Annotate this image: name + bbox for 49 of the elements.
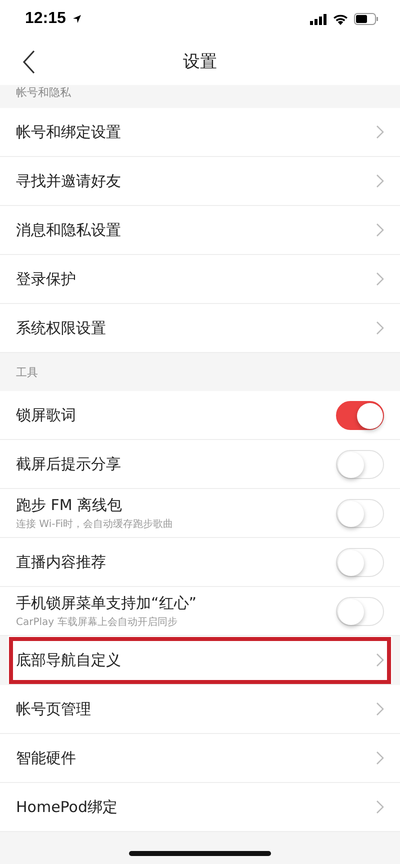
toggle-switch[interactable] xyxy=(336,400,384,430)
chevron-icon xyxy=(376,653,384,667)
settings-row[interactable]: 消息和隐私设置 xyxy=(0,206,400,255)
toggle-row[interactable]: 直播内容推荐 xyxy=(0,538,400,587)
row-label: 帐号和绑定设置 xyxy=(16,122,122,142)
settings-row[interactable]: 帐号和绑定设置 xyxy=(0,108,400,157)
settings-row[interactable]: 帐号页管理 xyxy=(0,685,400,734)
row-label: HomePod绑定 xyxy=(16,798,119,816)
page-title: 设置 xyxy=(183,51,217,73)
settings-row[interactable]: HomePod绑定 xyxy=(0,783,400,832)
settings-row[interactable]: 智能硬件 xyxy=(0,734,400,783)
row-label: 截屏后提示分享 xyxy=(16,454,122,474)
row-label: 帐号页管理 xyxy=(16,700,92,718)
row-label: 登录保护 xyxy=(16,270,77,288)
location-arrow-icon xyxy=(72,14,82,24)
settings-row[interactable]: 登录保护 xyxy=(0,255,400,304)
battery-icon xyxy=(354,13,378,25)
wifi-icon xyxy=(333,14,348,24)
row-label: 手机锁屏菜单支持加“红心” xyxy=(16,594,198,612)
chevron-icon xyxy=(376,321,384,335)
chevron-icon xyxy=(376,272,384,286)
row-label: 直播内容推荐 xyxy=(16,552,107,572)
row-subtitle: 连接 Wi-Fi时，会自动缓存跑步歌曲 xyxy=(16,518,174,530)
toggle-row[interactable]: 跑步 FM 离线包 连接 Wi-Fi时，会自动缓存跑步歌曲 xyxy=(0,489,400,538)
section-header: 工具 xyxy=(16,364,38,380)
back-icon[interactable] xyxy=(22,50,36,74)
chevron-icon xyxy=(376,125,384,139)
row-label: 系统权限设置 xyxy=(16,318,107,338)
row-label: 消息和隐私设置 xyxy=(16,220,122,240)
row-label: 智能硬件 xyxy=(16,748,77,768)
row-label: 锁屏歌词 xyxy=(16,406,77,424)
chevron-icon xyxy=(376,800,384,814)
row-label: 跑步 FM 离线包 xyxy=(16,496,124,514)
row-label: 寻找并邀请好友 xyxy=(16,172,122,190)
toggle-row[interactable]: 手机锁屏菜单支持加“红心” CarPlay 车载屏幕上会自动开启同步 xyxy=(0,587,400,636)
chevron-icon xyxy=(376,702,384,716)
chevron-icon xyxy=(376,751,384,765)
toggle-row[interactable]: 锁屏歌词 xyxy=(0,391,400,440)
row-label: 底部导航自定义 xyxy=(16,650,122,670)
row-subtitle: CarPlay 车载屏幕上会自动开启同步 xyxy=(16,616,178,628)
status-time: 12:15 xyxy=(25,10,66,28)
chevron-icon xyxy=(376,174,384,188)
settings-row[interactable]: 底部导航自定义 xyxy=(8,636,392,685)
section-header: 帐号和隐私 xyxy=(16,85,71,100)
toggle-row[interactable]: 截屏后提示分享 xyxy=(0,440,400,489)
chevron-icon xyxy=(376,223,384,237)
signal-icon xyxy=(310,14,327,24)
settings-row[interactable]: 系统权限设置 xyxy=(0,304,400,353)
settings-row[interactable]: 寻找并邀请好友 xyxy=(0,157,400,206)
